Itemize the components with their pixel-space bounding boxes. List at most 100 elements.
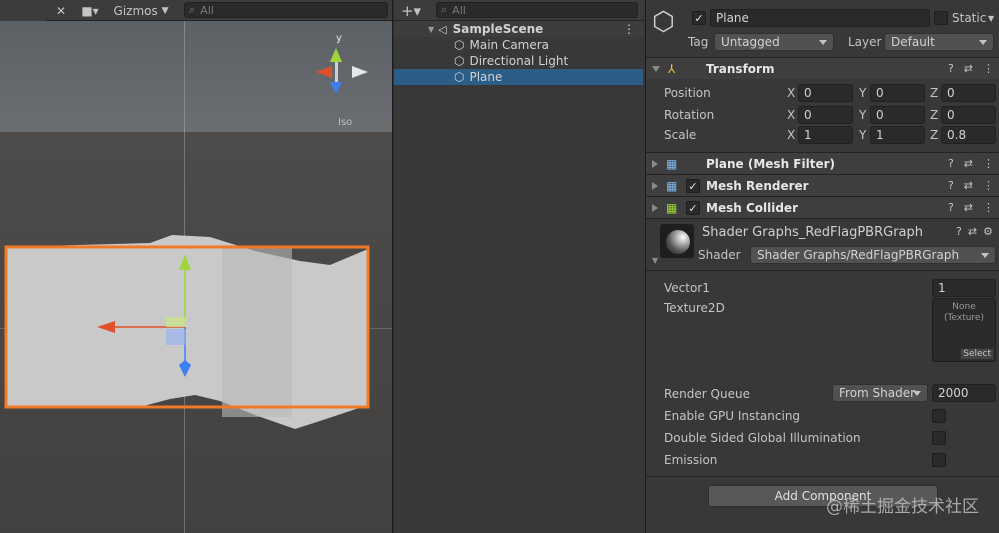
texture-select-button[interactable]: Select	[960, 348, 994, 360]
presets-icon[interactable]: ⇄	[968, 225, 977, 238]
divider	[646, 476, 999, 477]
gameobject-icon: ⬡	[652, 7, 675, 37]
axis-z-label: Z	[930, 128, 939, 142]
tag-dropdown[interactable]: Untagged	[714, 33, 834, 51]
foldout-open-icon[interactable]	[652, 66, 660, 72]
axis-y-label: Y	[859, 128, 867, 142]
texture2d-label: Texture2D	[664, 301, 725, 315]
divider	[646, 218, 999, 219]
rotation-z-field[interactable]: 0	[941, 106, 996, 124]
foldout-open-icon[interactable]: ▼	[652, 256, 658, 265]
hierarchy-item-plane[interactable]: ⬡ Plane	[394, 69, 643, 85]
scale-x-field[interactable]: 1	[798, 126, 853, 144]
more-icon[interactable]: ⋮	[983, 157, 994, 170]
more-icon[interactable]: ⋮	[983, 179, 994, 192]
mesh-filter-header[interactable]: ▦ Plane (Mesh Filter) ? ⇄ ⋮	[646, 152, 999, 174]
presets-icon[interactable]: ⇄	[964, 201, 973, 214]
more-icon[interactable]: ⋮	[983, 62, 994, 75]
foldout-closed-icon[interactable]	[652, 203, 658, 212]
texture-slot[interactable]: None (Texture) Select	[932, 298, 996, 362]
presets-icon[interactable]: ⇄	[964, 62, 973, 75]
render-queue-field[interactable]: 2000	[932, 384, 996, 402]
camera-icon[interactable]: ■▾	[76, 0, 104, 21]
divider	[646, 270, 999, 271]
foldout-closed-icon[interactable]	[652, 159, 658, 168]
layer-dropdown[interactable]: Default	[884, 33, 994, 51]
emission-label: Emission	[664, 453, 718, 467]
presets-icon[interactable]: ⇄	[964, 157, 973, 170]
search-icon: ⌕	[189, 3, 196, 16]
axis-x-label: X	[787, 108, 796, 122]
rotation-x-field[interactable]: 0	[798, 106, 853, 124]
axis-z-label: Z	[930, 108, 939, 122]
static-label[interactable]: Static	[952, 11, 986, 25]
mesh-collider-enabled-checkbox[interactable]: ✓	[686, 201, 700, 215]
help-icon[interactable]: ?	[948, 201, 954, 214]
mesh-renderer-header[interactable]: ▦ ✓ Mesh Renderer ? ⇄ ⋮	[646, 174, 999, 196]
scale-z-field[interactable]: 0.8	[941, 126, 996, 144]
render-queue-dropdown[interactable]: From Shader	[832, 384, 928, 402]
active-checkbox[interactable]: ✓	[692, 11, 706, 25]
help-icon[interactable]: ?	[948, 157, 954, 170]
presets-icon[interactable]: ⇄	[964, 179, 973, 192]
shader-dropdown[interactable]: Shader Graphs/RedFlagPBRGraph	[750, 246, 996, 264]
mesh-renderer-title: Mesh Renderer	[706, 178, 809, 193]
emission-checkbox[interactable]	[932, 453, 946, 467]
rotation-label: Rotation	[664, 108, 715, 122]
watermark: @稀土掘金技术社区	[826, 497, 979, 517]
projection-label[interactable]: Iso	[338, 117, 352, 128]
scale-label: Scale	[664, 128, 697, 142]
settings-icon[interactable]: ⚙	[983, 225, 993, 238]
chevron-down-icon: ▼	[161, 5, 169, 16]
material-name: Shader Graphs_RedFlagPBRGraph	[702, 225, 924, 240]
scene-search-placeholder: All	[200, 3, 214, 17]
transform-title: Transform	[706, 61, 775, 76]
object-name-field[interactable]: Plane	[710, 9, 930, 27]
gpu-instancing-checkbox[interactable]	[932, 409, 946, 423]
hierarchy-item-label: Plane	[469, 70, 503, 84]
mesh-renderer-enabled-checkbox[interactable]: ✓	[686, 179, 700, 193]
vector1-field[interactable]: 1	[932, 279, 996, 297]
position-y-field[interactable]: 0	[870, 84, 925, 102]
inspector-panel: ⬡ ✓ Plane Static ▼ Tag Untagged Layer De…	[645, 0, 999, 533]
position-x-field[interactable]: 0	[798, 84, 853, 102]
gizmos-dropdown[interactable]: Gizmos ▼	[110, 0, 172, 21]
hierarchy-item-main-camera[interactable]: ⬡ Main Camera	[394, 37, 643, 53]
mesh-filter-icon: ▦	[666, 156, 678, 171]
scene-gizmo[interactable]	[302, 36, 372, 126]
hierarchy-panel: +▾ ⌕ All ▼ ◁ SampleScene ⋮ ⬡ Main Camera…	[394, 0, 643, 533]
scene-row[interactable]: ▼ ◁ SampleScene ⋮	[394, 21, 643, 37]
hierarchy-item-directional-light[interactable]: ⬡ Directional Light	[394, 53, 643, 69]
scale-y-field[interactable]: 1	[870, 126, 925, 144]
transform-header[interactable]: ⅄ Transform ? ⇄ ⋮	[646, 57, 999, 79]
scene-view[interactable]: y Iso ✕ ■▾ Gizmos ▼ ⌕ All	[0, 0, 392, 533]
create-plus-icon[interactable]: +▾	[398, 0, 424, 21]
gizmo-y-label: y	[336, 33, 342, 44]
vector1-label: Vector1	[664, 281, 710, 295]
static-checkbox[interactable]	[934, 11, 948, 25]
render-queue-label: Render Queue	[664, 387, 750, 401]
transform-icon: ⅄	[668, 61, 676, 76]
help-icon[interactable]: ?	[956, 225, 962, 238]
mesh-filter-title: Plane (Mesh Filter)	[706, 156, 835, 171]
tools-icon[interactable]: ✕	[50, 0, 72, 21]
material-preview-icon[interactable]	[660, 224, 694, 258]
double-sided-gi-checkbox[interactable]	[932, 431, 946, 445]
chevron-down-icon[interactable]: ▼	[988, 14, 994, 23]
rotation-y-field[interactable]: 0	[870, 106, 925, 124]
scene-search-input[interactable]: ⌕ All	[184, 2, 388, 18]
hierarchy-search-placeholder: All	[452, 3, 466, 17]
position-z-field[interactable]: 0	[941, 84, 996, 102]
mesh-collider-header[interactable]: ▦ ✓ Mesh Collider ? ⇄ ⋮	[646, 196, 999, 218]
more-icon[interactable]: ⋮	[623, 22, 635, 36]
mesh-collider-icon: ▦	[666, 200, 678, 215]
help-icon[interactable]: ?	[948, 62, 954, 75]
more-icon[interactable]: ⋮	[983, 201, 994, 214]
hierarchy-search-input[interactable]: ⌕ All	[436, 2, 638, 18]
shader-label: Shader	[698, 248, 741, 262]
unity-scene-icon: ◁	[438, 22, 447, 36]
foldout-closed-icon[interactable]	[652, 181, 658, 190]
gameobject-icon: ⬡	[454, 54, 465, 68]
help-icon[interactable]: ?	[948, 179, 954, 192]
texture-type-label: (Texture)	[944, 313, 984, 323]
